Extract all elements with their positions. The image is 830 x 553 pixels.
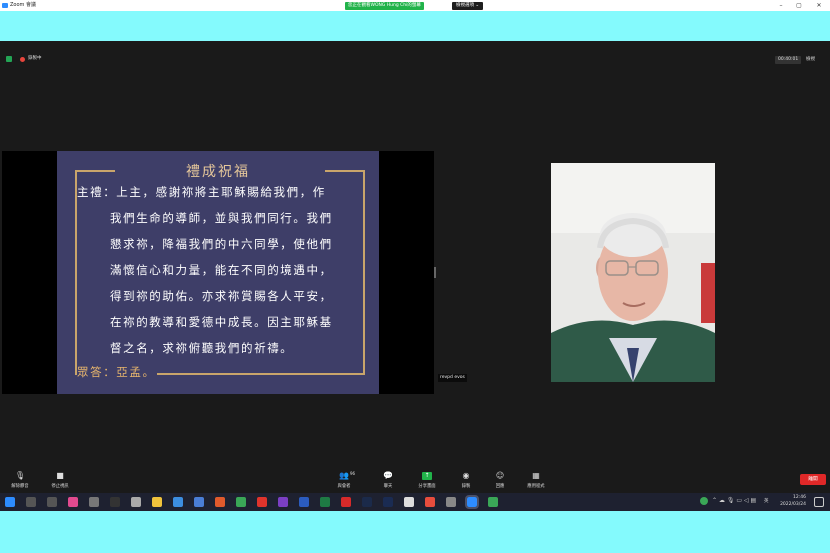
recording-label[interactable]: 錄製中 (28, 55, 42, 61)
teams-icon[interactable] (278, 497, 288, 507)
app-icon[interactable] (257, 497, 267, 507)
clock-app-icon[interactable] (131, 497, 141, 507)
slide-frame (157, 373, 365, 375)
slide-frame (363, 170, 365, 375)
slide-line: 督之名，求祢俯聽我們的祈禱。 (110, 341, 294, 355)
apps-label: 應用程式 (527, 484, 545, 489)
windows-taskbar: ⌃ ☁ 🎙 ▭ ◁ ▤ 英 12:46 2022/03/24 (0, 493, 830, 511)
window-title: Zoom 會議 (10, 2, 37, 8)
view-options-button[interactable]: 檢視選項 ⌄ (452, 2, 484, 10)
reactions-button[interactable]: ☺ 回應 (480, 468, 520, 490)
meeting-info-bar: 錄製中 00:40:01 檢視 (0, 52, 830, 66)
word-icon[interactable] (299, 497, 309, 507)
tray-icons[interactable]: ⌃ ☁ 🎙 ▭ ◁ ▤ (712, 497, 756, 504)
participant-video[interactable] (551, 163, 715, 382)
chat-icon: 💬 (383, 471, 393, 480)
participants-icon: 👥 (339, 471, 349, 480)
chat-button[interactable]: 💬 聊天 (368, 468, 408, 490)
meeting-timer: 00:40:01 (775, 56, 802, 64)
clock-date[interactable]: 2022/03/24 (776, 501, 806, 508)
participants-label: 與會者 (337, 484, 351, 489)
microphone-muted-icon: 🎙 (15, 471, 26, 480)
slide-line: 主禮：上主，感謝祢將主耶穌賜給我們，作 (77, 185, 326, 199)
zoom-app-icon (2, 3, 8, 8)
excel-icon[interactable] (320, 497, 330, 507)
slide-line: 在祢的教導和愛德中成長。因主耶穌基 (110, 315, 333, 329)
recording-icon (20, 57, 25, 62)
zoom-taskbar-icon[interactable] (465, 495, 479, 509)
slide-line: 我們生命的導師，並與我們同行。我們 (110, 211, 333, 225)
app-icon[interactable] (68, 497, 78, 507)
app-icon[interactable] (425, 497, 435, 507)
close-icon[interactable]: ✕ (810, 0, 828, 11)
settings-icon[interactable] (89, 497, 99, 507)
slide: 禮成祝福 主禮：上主，感謝祢將主耶穌賜給我們，作 我們生命的導師，並與我們同行。… (57, 151, 379, 394)
task-view-icon[interactable] (47, 497, 57, 507)
app-icon[interactable] (404, 497, 414, 507)
slide-response: 眾答：亞孟。 (77, 365, 156, 379)
reactions-label: 回應 (495, 484, 505, 489)
slide-frame (75, 170, 77, 375)
acrobat-icon[interactable] (341, 497, 351, 507)
shared-screen: 禮成祝福 主禮：上主，感謝祢將主耶穌賜給我們，作 我們生命的導師，並與我們同行。… (2, 151, 434, 394)
smiley-icon: ☺ (495, 471, 505, 480)
app-icon[interactable] (446, 497, 456, 507)
stop-video-button[interactable]: ■ 停止視訊 (40, 468, 80, 490)
mute-button[interactable]: 🎙 解除靜音 (0, 468, 40, 490)
participant-name: revpd evos (438, 374, 467, 382)
view-button[interactable]: 檢視 (806, 56, 815, 62)
search-icon[interactable] (26, 497, 36, 507)
zoom-meeting-window: 錄製中 00:40:01 檢視 禮成祝福 主禮：上主，感謝祢將主耶穌賜給我們，作… (0, 41, 830, 511)
slide-title: 禮成祝福 (186, 164, 250, 180)
slide-line: 滿懷信心和力量，能在不同的境遇中， (110, 263, 333, 277)
terminal-icon[interactable] (110, 497, 120, 507)
mute-label: 解除靜音 (11, 484, 29, 489)
chrome-icon[interactable] (236, 497, 246, 507)
tray-icon[interactable] (700, 497, 708, 505)
slide-line: 得到祢的助佑。亦求祢賞賜各人平安， (110, 289, 333, 303)
maximize-icon[interactable]: ▢ (790, 0, 808, 11)
shield-icon[interactable] (6, 56, 12, 62)
share-screen-icon: ↑ (422, 472, 432, 480)
leave-button[interactable]: 離開 (800, 474, 826, 485)
video-label: 停止視訊 (51, 484, 69, 489)
apps-icon: ▦ (532, 471, 540, 480)
participant-image (551, 163, 715, 382)
record-icon: ◉ (462, 471, 470, 480)
meeting-toolbar: 🎙 解除靜音 ■ 停止視訊 👥 與會者 96 💬 聊天 ↑ 分享畫面 ◉ 錄製 … (0, 468, 830, 492)
share-screen-button[interactable]: ↑ 分享畫面 (407, 468, 447, 489)
app-icon[interactable] (215, 497, 225, 507)
slide-line: 懇求祢，降福我們的中六同學，使他們 (110, 237, 333, 251)
share-label: 分享畫面 (418, 484, 436, 489)
participants-button[interactable]: 👥 與會者 (324, 468, 364, 490)
viewing-screen-banner: 您正在觀看WONG Hung Chi的螢幕 (345, 2, 424, 10)
lightroom-icon[interactable] (362, 497, 372, 507)
input-language[interactable]: 英 (764, 498, 769, 505)
camera-icon: ■ (56, 471, 64, 480)
app-icon[interactable] (173, 497, 183, 507)
apps-button[interactable]: ▦ 應用程式 (516, 468, 556, 490)
photoshop-icon[interactable] (383, 497, 393, 507)
chat-label: 聊天 (383, 484, 393, 489)
split-view-handle[interactable] (434, 267, 436, 278)
record-label: 錄製 (461, 484, 471, 489)
zoom-title-bar: Zoom 會議 您正在觀看WONG Hung Chi的螢幕 檢視選項 ⌄ – ▢… (0, 0, 830, 11)
notification-icon[interactable] (814, 497, 824, 507)
chrome-icon[interactable] (488, 497, 498, 507)
minimize-icon[interactable]: – (772, 0, 790, 11)
calculator-icon[interactable] (194, 497, 204, 507)
windows-start-icon[interactable] (5, 497, 15, 507)
clock-time[interactable]: 12:46 (776, 494, 806, 501)
participants-count: 96 (350, 471, 356, 476)
file-explorer-icon[interactable] (152, 497, 162, 507)
